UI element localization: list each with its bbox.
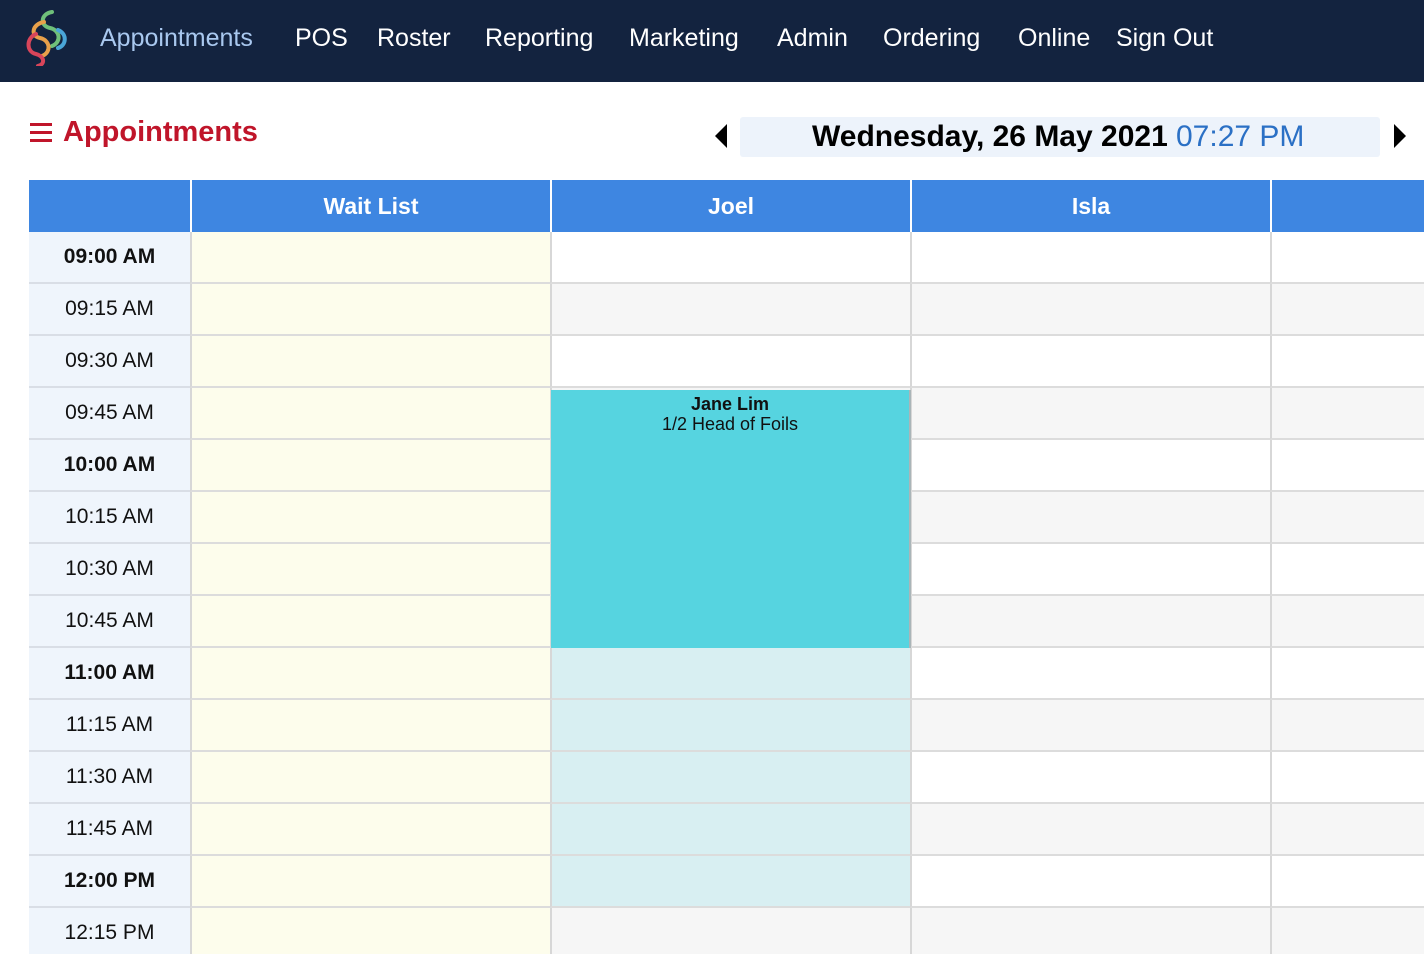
time-slot-cell-next[interactable] bbox=[1270, 544, 1424, 596]
time-slot-cell-next[interactable] bbox=[1270, 388, 1424, 440]
time-slot-cell-isla[interactable] bbox=[910, 908, 1270, 954]
time-slot-cell-next[interactable] bbox=[1270, 804, 1424, 856]
nav-online[interactable]: Online bbox=[1018, 20, 1090, 56]
time-slot-cell-joel[interactable] bbox=[550, 700, 910, 752]
time-slot-cell-next[interactable] bbox=[1270, 284, 1424, 336]
current-date: Wednesday, 26 May 2021 bbox=[812, 120, 1168, 153]
time-slot-cell-wait[interactable] bbox=[190, 804, 550, 856]
time-slot-cell-joel[interactable] bbox=[550, 648, 910, 700]
column-header-next-staff[interactable] bbox=[1270, 180, 1424, 232]
nav-sign-out[interactable]: Sign Out bbox=[1116, 20, 1213, 56]
time-slot-label: 11:30 AM bbox=[29, 752, 190, 804]
current-time: 07:27 PM bbox=[1176, 120, 1305, 153]
column-header-isla[interactable]: Isla bbox=[910, 180, 1270, 232]
time-slot-cell-joel[interactable] bbox=[550, 284, 910, 336]
time-slot-cell-isla[interactable] bbox=[910, 804, 1270, 856]
time-slot-label: 09:30 AM bbox=[29, 336, 190, 388]
time-slot-cell-wait[interactable] bbox=[190, 336, 550, 388]
time-slot-cell-next[interactable] bbox=[1270, 752, 1424, 804]
time-slot-label: 10:00 AM bbox=[29, 440, 190, 492]
nav-reporting[interactable]: Reporting bbox=[485, 20, 593, 56]
appointment-block[interactable]: Jane Lim 1/2 Head of Foils bbox=[551, 390, 911, 648]
time-slot-cell-isla[interactable] bbox=[910, 284, 1270, 336]
time-slot-cell-isla[interactable] bbox=[910, 856, 1270, 908]
time-slot-cell-next[interactable] bbox=[1270, 596, 1424, 648]
appointment-service: 1/2 Head of Foils bbox=[661, 414, 799, 434]
time-slot-label: 12:00 PM bbox=[29, 856, 190, 908]
time-slot-cell-isla[interactable] bbox=[910, 648, 1270, 700]
time-slot-cell-wait[interactable] bbox=[190, 648, 550, 700]
time-slot-cell-wait[interactable] bbox=[190, 440, 550, 492]
time-slot-cell-joel[interactable] bbox=[550, 804, 910, 856]
nav-marketing[interactable]: Marketing bbox=[629, 20, 739, 56]
time-slot-cell-isla[interactable] bbox=[910, 700, 1270, 752]
nav-pos[interactable]: POS bbox=[295, 20, 348, 56]
time-slot-cell-isla[interactable] bbox=[910, 232, 1270, 284]
top-navigation-bar: Appointments POS Roster Reporting Market… bbox=[0, 0, 1424, 82]
time-slot-label: 10:30 AM bbox=[29, 544, 190, 596]
time-slot-cell-isla[interactable] bbox=[910, 596, 1270, 648]
time-slot-cell-isla[interactable] bbox=[910, 544, 1270, 596]
nav-appointments[interactable]: Appointments bbox=[100, 20, 253, 56]
time-slot-cell-next[interactable] bbox=[1270, 232, 1424, 284]
time-slot-cell-next[interactable] bbox=[1270, 492, 1424, 544]
time-slot-cell-joel[interactable] bbox=[550, 856, 910, 908]
brand-logo-icon[interactable] bbox=[22, 8, 72, 66]
page-title: Appointments bbox=[63, 116, 258, 148]
time-slot-label: 09:45 AM bbox=[29, 388, 190, 440]
time-slot-cell-next[interactable] bbox=[1270, 856, 1424, 908]
time-slot-cell-isla[interactable] bbox=[910, 388, 1270, 440]
time-slot-cell-wait[interactable] bbox=[190, 284, 550, 336]
time-slot-cell-wait[interactable] bbox=[190, 908, 550, 954]
time-slot-label: 11:45 AM bbox=[29, 804, 190, 856]
time-slot-cell-joel[interactable] bbox=[550, 752, 910, 804]
time-slot-cell-wait[interactable] bbox=[190, 752, 550, 804]
hamburger-menu-icon[interactable] bbox=[30, 123, 52, 143]
time-slot-label: 10:45 AM bbox=[29, 596, 190, 648]
next-day-arrow-icon[interactable] bbox=[1394, 124, 1406, 148]
time-slot-label: 12:15 PM bbox=[29, 908, 190, 954]
time-slot-label: 09:15 AM bbox=[29, 284, 190, 336]
time-slot-cell-joel[interactable] bbox=[550, 908, 910, 954]
column-header-wait-list: Wait List bbox=[190, 180, 550, 232]
column-header-joel[interactable]: Joel bbox=[550, 180, 910, 232]
time-slot-cell-next[interactable] bbox=[1270, 336, 1424, 388]
column-header-row: Wait List Joel Isla bbox=[29, 180, 1424, 232]
date-display[interactable]: Wednesday, 26 May 2021 07:27 PM bbox=[740, 117, 1380, 157]
appointment-client-name: Jane Lim bbox=[690, 394, 770, 414]
time-slot-cell-isla[interactable] bbox=[910, 336, 1270, 388]
time-slot-cell-joel[interactable] bbox=[550, 336, 910, 388]
time-slot-label: 10:15 AM bbox=[29, 492, 190, 544]
time-slot-cell-wait[interactable] bbox=[190, 856, 550, 908]
time-slot-cell-next[interactable] bbox=[1270, 908, 1424, 954]
time-slot-label: 11:15 AM bbox=[29, 700, 190, 752]
nav-admin[interactable]: Admin bbox=[777, 20, 848, 56]
time-slot-cell-wait[interactable] bbox=[190, 544, 550, 596]
time-slot-cell-next[interactable] bbox=[1270, 440, 1424, 492]
appointment-grid: Wait List Joel Isla 09:00 AM 09:15 AM 09:3… bbox=[29, 180, 1424, 954]
time-slot-cell-wait[interactable] bbox=[190, 596, 550, 648]
time-slot-cell-wait[interactable] bbox=[190, 492, 550, 544]
time-slot-cell-wait[interactable] bbox=[190, 700, 550, 752]
previous-day-arrow-icon[interactable] bbox=[715, 124, 727, 148]
time-slot-label: 09:00 AM bbox=[29, 232, 190, 284]
time-slot-cell-isla[interactable] bbox=[910, 492, 1270, 544]
time-slot-cell-wait[interactable] bbox=[190, 232, 550, 284]
nav-roster[interactable]: Roster bbox=[377, 20, 451, 56]
nav-ordering[interactable]: Ordering bbox=[883, 20, 980, 56]
time-slot-cell-isla[interactable] bbox=[910, 440, 1270, 492]
time-slot-cell-wait[interactable] bbox=[190, 388, 550, 440]
time-slot-cell-next[interactable] bbox=[1270, 648, 1424, 700]
time-slot-cell-next[interactable] bbox=[1270, 700, 1424, 752]
time-slot-cell-joel[interactable] bbox=[550, 232, 910, 284]
time-slot-cell-isla[interactable] bbox=[910, 752, 1270, 804]
time-slot-label: 11:00 AM bbox=[29, 648, 190, 700]
